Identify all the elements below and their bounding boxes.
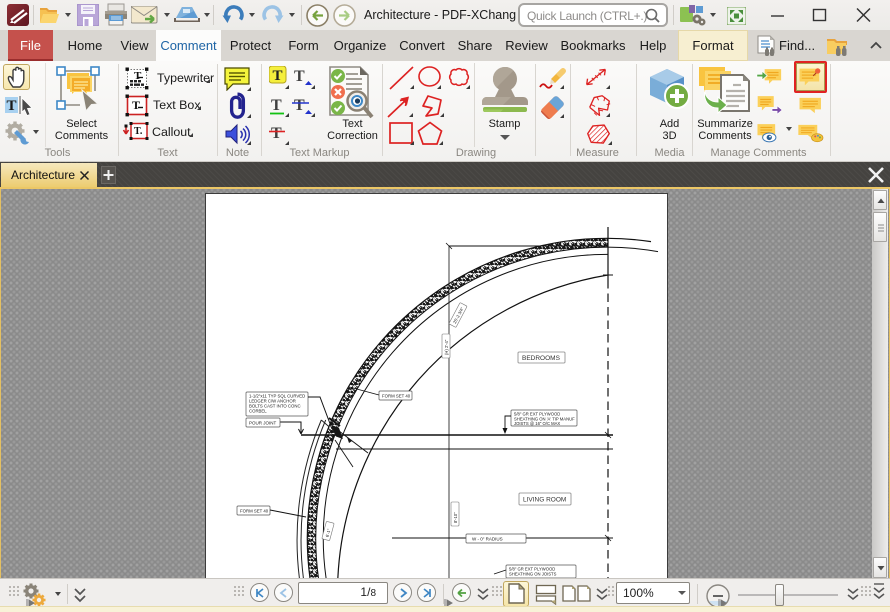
svg-text:T: T: [6, 98, 16, 114]
svg-text:T: T: [294, 97, 305, 114]
svg-text:W - 0" RADIUS: W - 0" RADIUS: [472, 537, 503, 542]
svg-text:T: T: [271, 97, 282, 114]
svg-text:CORBEL: CORBEL: [249, 409, 267, 414]
svg-text:BEDROOMS: BEDROOMS: [522, 355, 561, 362]
svg-text:(H) 2'-4": (H) 2'-4": [444, 339, 449, 355]
svg-text:T: T: [132, 98, 140, 112]
svg-text:T: T: [294, 68, 305, 85]
svg-text:FORM SET 40: FORM SET 40: [382, 394, 411, 399]
svg-text:LIVING ROOM: LIVING ROOM: [523, 497, 566, 504]
svg-text:T: T: [271, 125, 282, 142]
svg-text:T.: T.: [134, 126, 143, 137]
svg-text:POUR JOINT: POUR JOINT: [249, 421, 277, 426]
svg-text:T: T: [272, 68, 282, 84]
svg-text:8'-10": 8'-10": [453, 512, 458, 523]
svg-text:JOISTS @ 16" O/C MAX: JOISTS @ 16" O/C MAX: [514, 421, 560, 426]
svg-text:FORM SET 40: FORM SET 40: [240, 509, 269, 514]
svg-text:SHEATHING ON JOISTS: SHEATHING ON JOISTS: [509, 572, 557, 577]
